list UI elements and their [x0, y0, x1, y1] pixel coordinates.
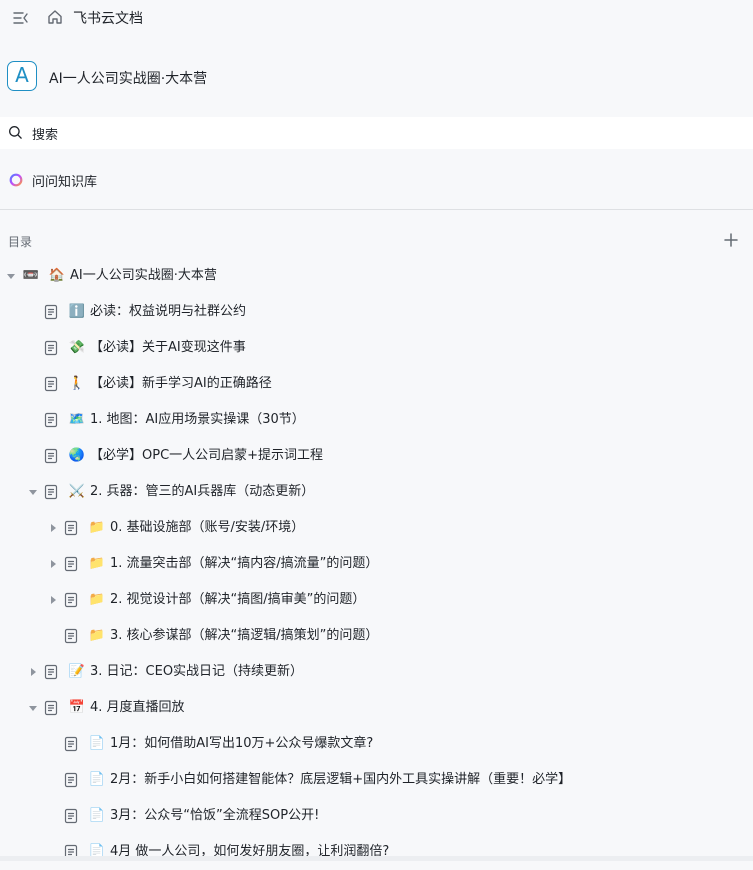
emoji-icon: 📁 — [88, 556, 106, 571]
tree-item-label: 3月：公众号“恰饭”全流程SOP公开! — [110, 808, 320, 823]
tree-item[interactable]: 🗺️ 1. 地图：AI应用场景实操课（30节） — [0, 402, 753, 438]
document-icon — [64, 520, 78, 536]
document-icon — [44, 664, 58, 680]
tree-item[interactable]: 📄 2月：新手小白如何搭建智能体？底层逻辑+国内外工具实操讲解（重要！必学】 — [0, 762, 753, 798]
tree-item[interactable]: 📁 1. 流量突击部（解决“搞内容/搞流量”的问题） — [0, 546, 753, 582]
caret-right-icon[interactable] — [48, 558, 58, 570]
tree-item[interactable]: 📄 1月：如何借助AI写出10万+公众号爆款文章? — [0, 726, 753, 762]
tree-item[interactable]: 📅 4. 月度直播回放 — [0, 690, 753, 726]
emoji-icon: 📝 — [68, 664, 86, 679]
document-icon — [44, 484, 58, 500]
search-placeholder: 搜索 — [32, 128, 59, 143]
tree-item-label: 【必学】OPC一人公司启蒙+提示词工程 — [90, 448, 324, 463]
tree-item-label: 0. 基础设施部（账号/安装/环境） — [110, 520, 305, 535]
document-icon — [64, 772, 78, 788]
emoji-icon: 🗺️ — [68, 412, 86, 427]
emoji-icon: 📁 — [88, 520, 106, 535]
space-title[interactable]: AI一人公司实战圈·大本营 — [49, 68, 207, 88]
document-icon — [64, 592, 78, 608]
tree-item[interactable]: 🌏 【必学】OPC一人公司启蒙+提示词工程 — [0, 438, 753, 474]
tree-item[interactable]: 📝 3. 日记：CEO实战日记（持续更新） — [0, 654, 753, 690]
tree-item[interactable]: 📄 3月：公众号“恰饭”全流程SOP公开! — [0, 798, 753, 834]
document-icon — [64, 736, 78, 752]
tree-item-label: 【必读】关于AI变现这件事 — [90, 340, 246, 355]
emoji-icon: 📅 — [68, 700, 86, 715]
tree-item[interactable]: ℹ️ 必读：权益说明与社群公约 — [0, 294, 753, 330]
tree-item-label: 1月：如何借助AI写出10万+公众号爆款文章? — [110, 736, 374, 751]
document-icon — [64, 628, 78, 644]
bottom-edge — [0, 856, 753, 861]
tree-item[interactable]: 📁 3. 核心参谋部（解决“搞逻辑/搞策划”的问题） — [0, 618, 753, 654]
space-logo[interactable]: A — [7, 61, 37, 91]
section-divider — [0, 209, 753, 210]
search-input[interactable]: 搜索 — [0, 117, 753, 149]
emoji-icon: 📄 — [88, 736, 106, 751]
caret-down-icon[interactable] — [28, 702, 38, 714]
emoji-icon: 📁 — [88, 628, 106, 643]
document-icon — [44, 448, 58, 464]
tree-item-label: 2. 兵器：管三的AI兵器库（动态更新） — [90, 484, 315, 499]
emoji-icon: 💸 — [68, 340, 86, 355]
emoji-icon: 📄 — [88, 808, 106, 823]
tree-item[interactable]: 📼 🏠 AI一人公司实战圈·大本营 — [0, 258, 753, 294]
emoji-icon: 🚶 — [68, 376, 86, 391]
add-icon[interactable] — [723, 232, 739, 248]
tree-item[interactable]: 💸 【必读】关于AI变现这件事 — [0, 330, 753, 366]
emoji-icon: 📁 — [88, 592, 106, 607]
caret-right-icon[interactable] — [28, 666, 38, 678]
document-icon — [44, 412, 58, 428]
tree-item-label: 1. 地图：AI应用场景实操课（30节） — [90, 412, 305, 427]
tree-item-label: 3. 日记：CEO实战日记（持续更新） — [90, 664, 304, 679]
tree-item[interactable]: ⚔️ 2. 兵器：管三的AI兵器库（动态更新） — [0, 474, 753, 510]
tree-item-label: 4. 月度直播回放 — [90, 700, 185, 715]
document-icon — [44, 340, 58, 356]
toc-label: 目录 — [8, 235, 33, 249]
document-icon — [44, 700, 58, 716]
caret-right-icon[interactable] — [48, 594, 58, 606]
caret-down-icon[interactable] — [6, 270, 16, 282]
caret-right-icon[interactable] — [48, 522, 58, 534]
tree-item-label: 2月：新手小白如何搭建智能体？底层逻辑+国内外工具实操讲解（重要！必学】 — [110, 772, 572, 787]
caret-down-icon[interactable] — [28, 486, 38, 498]
tree-item-label: 1. 流量突击部（解决“搞内容/搞流量”的问题） — [110, 556, 379, 571]
ask-knowledge-base-label: 问问知识库 — [32, 175, 98, 190]
brand-title[interactable]: 飞书云文档 — [73, 8, 143, 28]
space-header: A AI一人公司实战圈·大本营 — [0, 58, 753, 98]
document-icon — [64, 556, 78, 572]
document-icon — [44, 304, 58, 320]
emoji-icon: 🏠 — [48, 268, 66, 283]
document-icon — [64, 808, 78, 824]
top-bar: 飞书云文档 — [0, 0, 753, 36]
tree-item[interactable]: 🚶 【必读】新手学习AI的正确路径 — [0, 366, 753, 402]
collapse-sidebar-icon[interactable] — [12, 9, 30, 27]
search-icon — [9, 126, 22, 139]
emoji-icon: ⚔️ — [68, 484, 86, 499]
ai-assistant-icon — [9, 173, 23, 187]
tree-item-label: 必读：权益说明与社群公约 — [90, 304, 247, 319]
tree-item[interactable]: 📁 0. 基础设施部（账号/安装/环境） — [0, 510, 753, 546]
tape-icon: 📼 — [22, 268, 40, 283]
tree-item[interactable]: 📄 4月 做一人公司，如何发好朋友圈，让利润翻倍? — [0, 834, 753, 870]
tree-item-label: AI一人公司实战圈·大本营 — [70, 268, 217, 283]
home-icon[interactable] — [46, 8, 64, 26]
tree-item-label: 3. 核心参谋部（解决“搞逻辑/搞策划”的问题） — [110, 628, 379, 643]
emoji-icon: ℹ️ — [68, 304, 86, 319]
tree-item-label: 2. 视觉设计部（解决“搞图/搞审美”的问题） — [110, 592, 366, 607]
document-icon — [44, 376, 58, 392]
document-tree: 📼 🏠 AI一人公司实战圈·大本营 ℹ️ 必读：权益说明与社群公约 💸 【必读】关于AI变现… — [0, 258, 753, 861]
emoji-icon: 🌏 — [68, 448, 86, 463]
emoji-icon: 📄 — [88, 772, 106, 787]
ask-knowledge-base-button[interactable]: 问问知识库 — [0, 166, 753, 194]
tree-item[interactable]: 📁 2. 视觉设计部（解决“搞图/搞审美”的问题） — [0, 582, 753, 618]
tree-item-label: 【必读】新手学习AI的正确路径 — [90, 376, 272, 391]
